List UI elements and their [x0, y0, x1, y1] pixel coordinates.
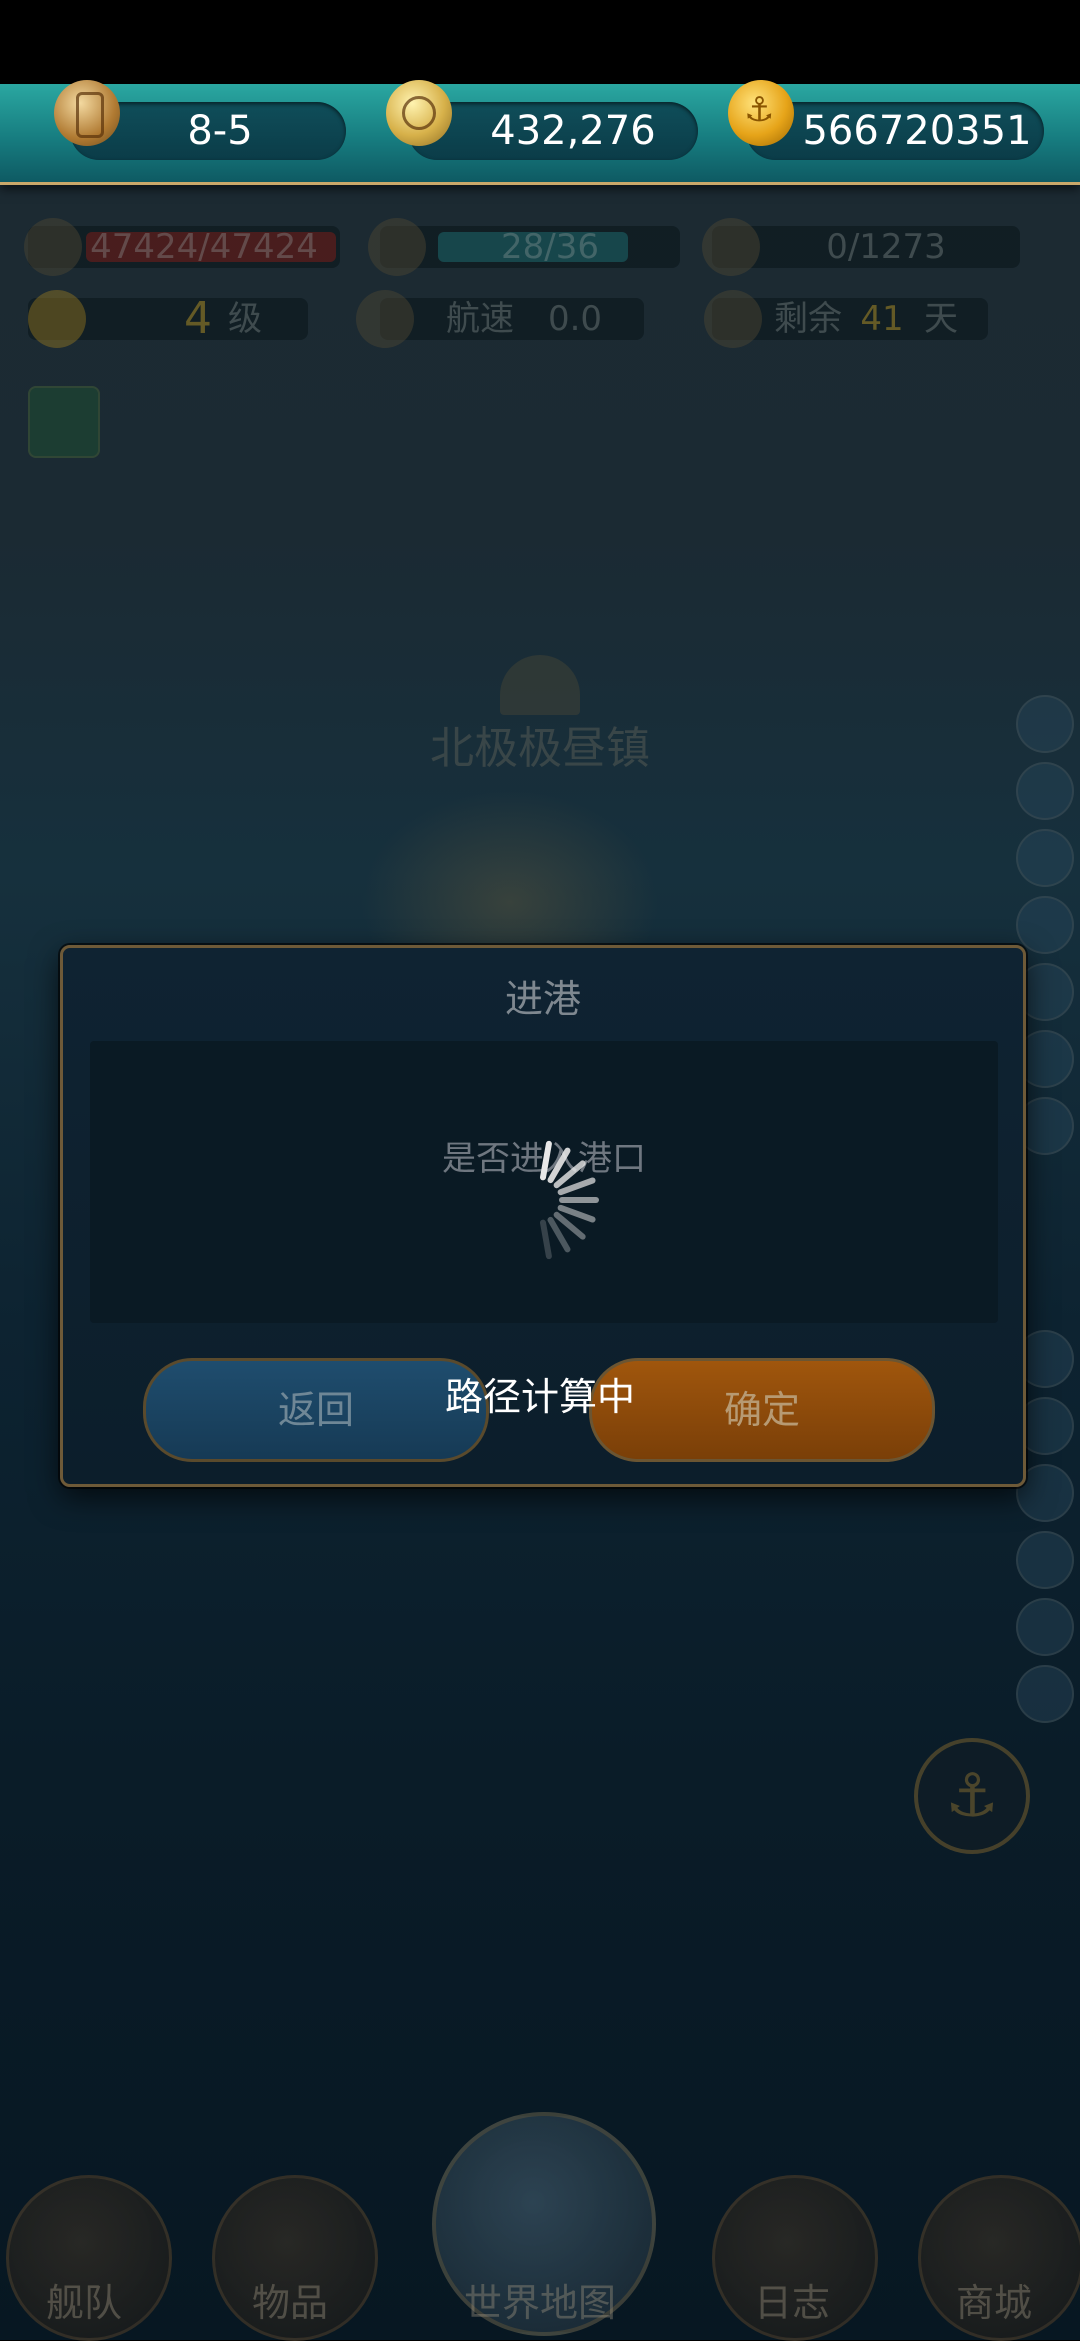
speed-label: 航速	[446, 299, 514, 339]
crate-icon	[702, 218, 760, 276]
hammer-icon	[24, 218, 82, 276]
loading-spinner-icon	[536, 1140, 636, 1300]
cargo-text: 0/1273	[826, 227, 946, 267]
port-name: 北极极昼镇	[430, 723, 650, 774]
remaining-unit: 天	[924, 299, 958, 339]
remaining-value: 41	[860, 299, 904, 339]
speedup-button[interactable]	[28, 386, 100, 458]
wind-icon	[356, 290, 414, 348]
side-button-12[interactable]	[1016, 1598, 1074, 1656]
status-bar	[0, 0, 1080, 84]
remaining-label: 剩余	[774, 299, 842, 339]
gold-value: 566720351	[802, 108, 1032, 154]
side-button-1[interactable]	[1016, 695, 1074, 753]
gold-coin-icon	[728, 80, 794, 146]
port-city-image	[360, 790, 660, 950]
hp-text: 47424/47424	[90, 227, 318, 267]
nav-shop-label: 商城	[955, 2281, 1032, 2325]
anchor-icon[interactable]: ⚓	[914, 1738, 1030, 1854]
nav-fleet-label: 舰队	[45, 2281, 122, 2325]
compass-value: 432,276	[490, 108, 656, 154]
side-button-4[interactable]	[1016, 896, 1074, 954]
side-button-11[interactable]	[1016, 1531, 1074, 1589]
speed-value: 0.0	[547, 299, 603, 339]
crew-text: 28/36	[501, 227, 599, 267]
loading-text: 路径计算中	[444, 1375, 635, 1419]
nav-items-label: 物品	[251, 2281, 328, 2325]
nav-world-map-label: 世界地图	[463, 2281, 616, 2325]
speed-pill: 航速 0.0	[380, 298, 644, 340]
crew-icon	[368, 218, 426, 276]
rank-icon	[28, 290, 86, 348]
nav-log-label: 日志	[753, 2281, 830, 2325]
rank-unit: 级	[228, 299, 262, 339]
side-button-13[interactable]	[1016, 1665, 1074, 1723]
hourglass-icon	[54, 80, 120, 146]
bread-icon	[704, 290, 762, 348]
side-button-2[interactable]	[1016, 762, 1074, 820]
side-button-3[interactable]	[1016, 829, 1074, 887]
compass-icon	[386, 80, 452, 146]
rank-value: 4	[184, 293, 212, 344]
dialog-title: 进港	[504, 977, 581, 1021]
resource-bar: 8-5 432,276 566720351	[0, 80, 1080, 185]
